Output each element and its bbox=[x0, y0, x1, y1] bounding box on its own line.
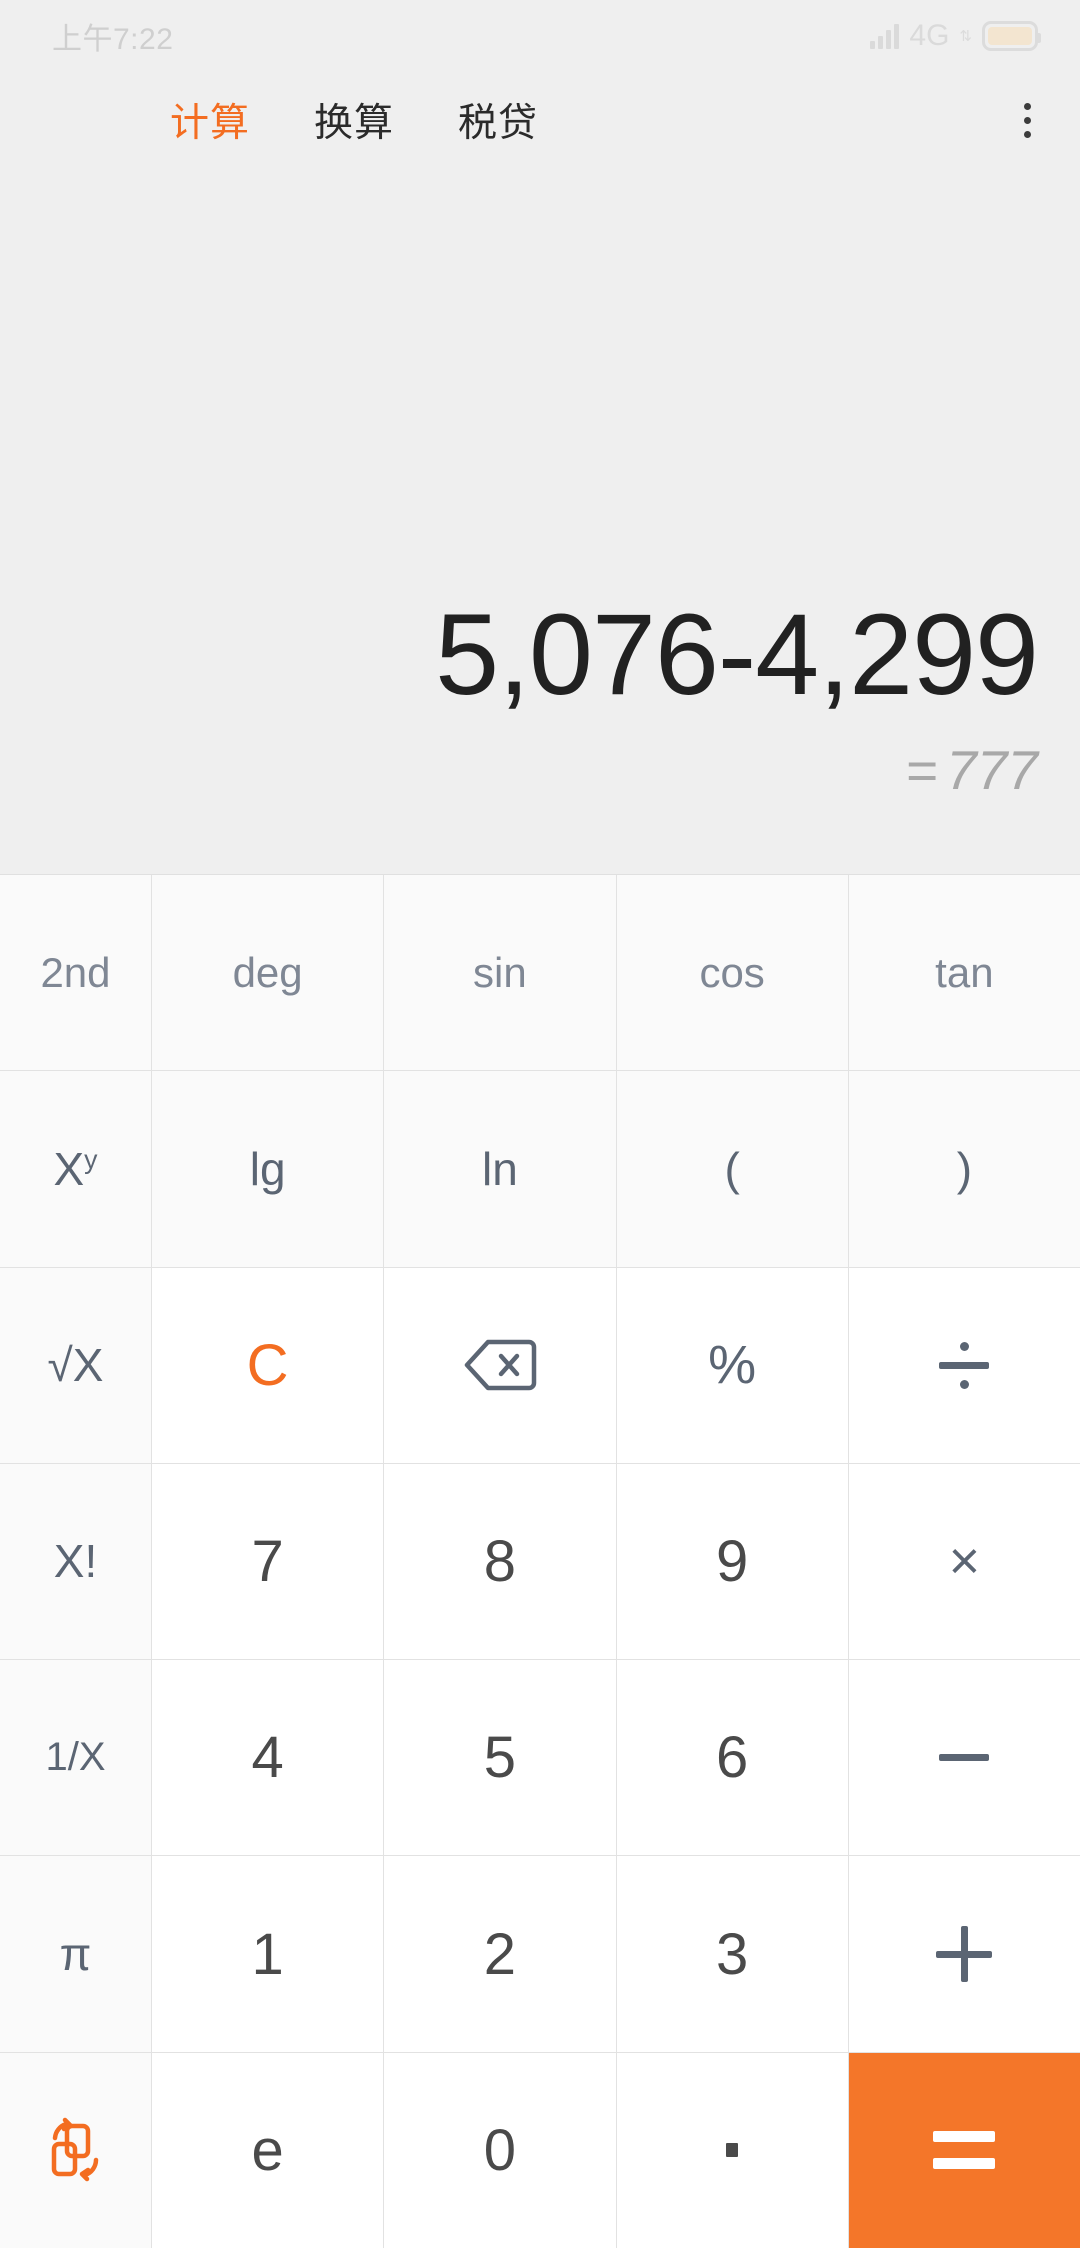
key-reciprocal[interactable]: 1/X bbox=[0, 1660, 151, 1856]
display-area[interactable]: 5,076-4,299 = 777 bbox=[0, 168, 1080, 874]
key-swap-layout[interactable] bbox=[0, 2052, 151, 2248]
result-value: 777 bbox=[946, 739, 1038, 801]
key-sin[interactable]: sin bbox=[384, 875, 616, 1071]
tab-convert[interactable]: 换算 bbox=[314, 92, 394, 148]
upper-panel: 上午7:22 4G ⇅ 计算 换算 税贷 5,076-4,299 = 777 bbox=[0, 0, 1080, 874]
tab-calculate[interactable]: 计算 bbox=[170, 92, 250, 148]
key-ln[interactable]: ln bbox=[384, 1071, 616, 1267]
key-x-power-y[interactable]: Xy bbox=[0, 1071, 151, 1267]
key-lg[interactable]: lg bbox=[152, 1071, 384, 1267]
status-indicators: 4G ⇅ bbox=[870, 19, 1041, 53]
key-subtract[interactable] bbox=[848, 1660, 1080, 1856]
tab-bar: 计算 换算 税贷 bbox=[0, 72, 1080, 168]
key-5[interactable]: 5 bbox=[384, 1660, 616, 1856]
key-backspace[interactable] bbox=[384, 1267, 616, 1463]
key-2[interactable]: 2 bbox=[384, 1856, 616, 2052]
key-8[interactable]: 8 bbox=[384, 1463, 616, 1660]
swap-layout-icon bbox=[41, 2116, 111, 2184]
expression-text: 5,076-4,299 bbox=[435, 591, 1039, 720]
plus-icon bbox=[936, 1926, 993, 1983]
more-options-icon[interactable] bbox=[975, 72, 1080, 168]
key-decimal[interactable] bbox=[616, 2052, 848, 2248]
key-percent[interactable]: % bbox=[616, 1267, 848, 1463]
status-time: 上午7:22 bbox=[52, 23, 174, 56]
key-9[interactable]: 9 bbox=[616, 1463, 848, 1660]
key-3[interactable]: 3 bbox=[616, 1856, 848, 2052]
key-7[interactable]: 7 bbox=[152, 1463, 384, 1660]
key-deg[interactable]: deg bbox=[152, 875, 384, 1071]
key-2nd[interactable]: 2nd bbox=[0, 875, 151, 1071]
keypad: 2nd deg sin cos tan Xy lg ln ( ) √X C % … bbox=[0, 874, 1080, 2248]
key-e[interactable]: e bbox=[152, 2052, 384, 2248]
key-clear[interactable]: C bbox=[152, 1267, 384, 1463]
divide-icon bbox=[939, 1341, 990, 1389]
result-row: = 777 bbox=[906, 738, 1038, 802]
decimal-point-icon bbox=[726, 2143, 739, 2158]
result-equals-sign: = bbox=[906, 739, 939, 801]
minus-icon bbox=[939, 1754, 990, 1762]
key-6[interactable]: 6 bbox=[616, 1660, 848, 1856]
key-open-paren[interactable]: ( bbox=[616, 1071, 848, 1267]
key-0[interactable]: 0 bbox=[384, 2052, 616, 2248]
calculator-app: 上午7:22 4G ⇅ 计算 换算 税贷 5,076-4,299 = 777 2… bbox=[0, 0, 1080, 2248]
key-1[interactable]: 1 bbox=[152, 1856, 384, 2052]
key-equals[interactable] bbox=[848, 2052, 1080, 2248]
key-cos[interactable]: cos bbox=[616, 875, 848, 1071]
key-pi[interactable]: π bbox=[0, 1856, 151, 2052]
key-tan[interactable]: tan bbox=[848, 875, 1080, 1071]
key-factorial[interactable]: X! bbox=[0, 1463, 151, 1660]
data-transfer-arrows-icon: ⇅ bbox=[959, 27, 972, 45]
status-bar: 上午7:22 4G ⇅ bbox=[0, 0, 1080, 72]
signal-bars-icon bbox=[870, 23, 900, 49]
tab-tax-loan[interactable]: 税贷 bbox=[458, 92, 538, 148]
key-multiply[interactable]: × bbox=[848, 1463, 1080, 1660]
key-close-paren[interactable]: ) bbox=[848, 1071, 1080, 1267]
key-square-root[interactable]: √X bbox=[0, 1267, 151, 1463]
key-4[interactable]: 4 bbox=[152, 1660, 384, 1856]
backspace-icon bbox=[463, 1338, 537, 1392]
key-divide[interactable] bbox=[848, 1267, 1080, 1463]
network-type-label: 4G bbox=[909, 19, 950, 52]
battery-icon bbox=[982, 21, 1041, 51]
key-add[interactable] bbox=[848, 1856, 1080, 2052]
equals-icon bbox=[933, 2131, 996, 2170]
